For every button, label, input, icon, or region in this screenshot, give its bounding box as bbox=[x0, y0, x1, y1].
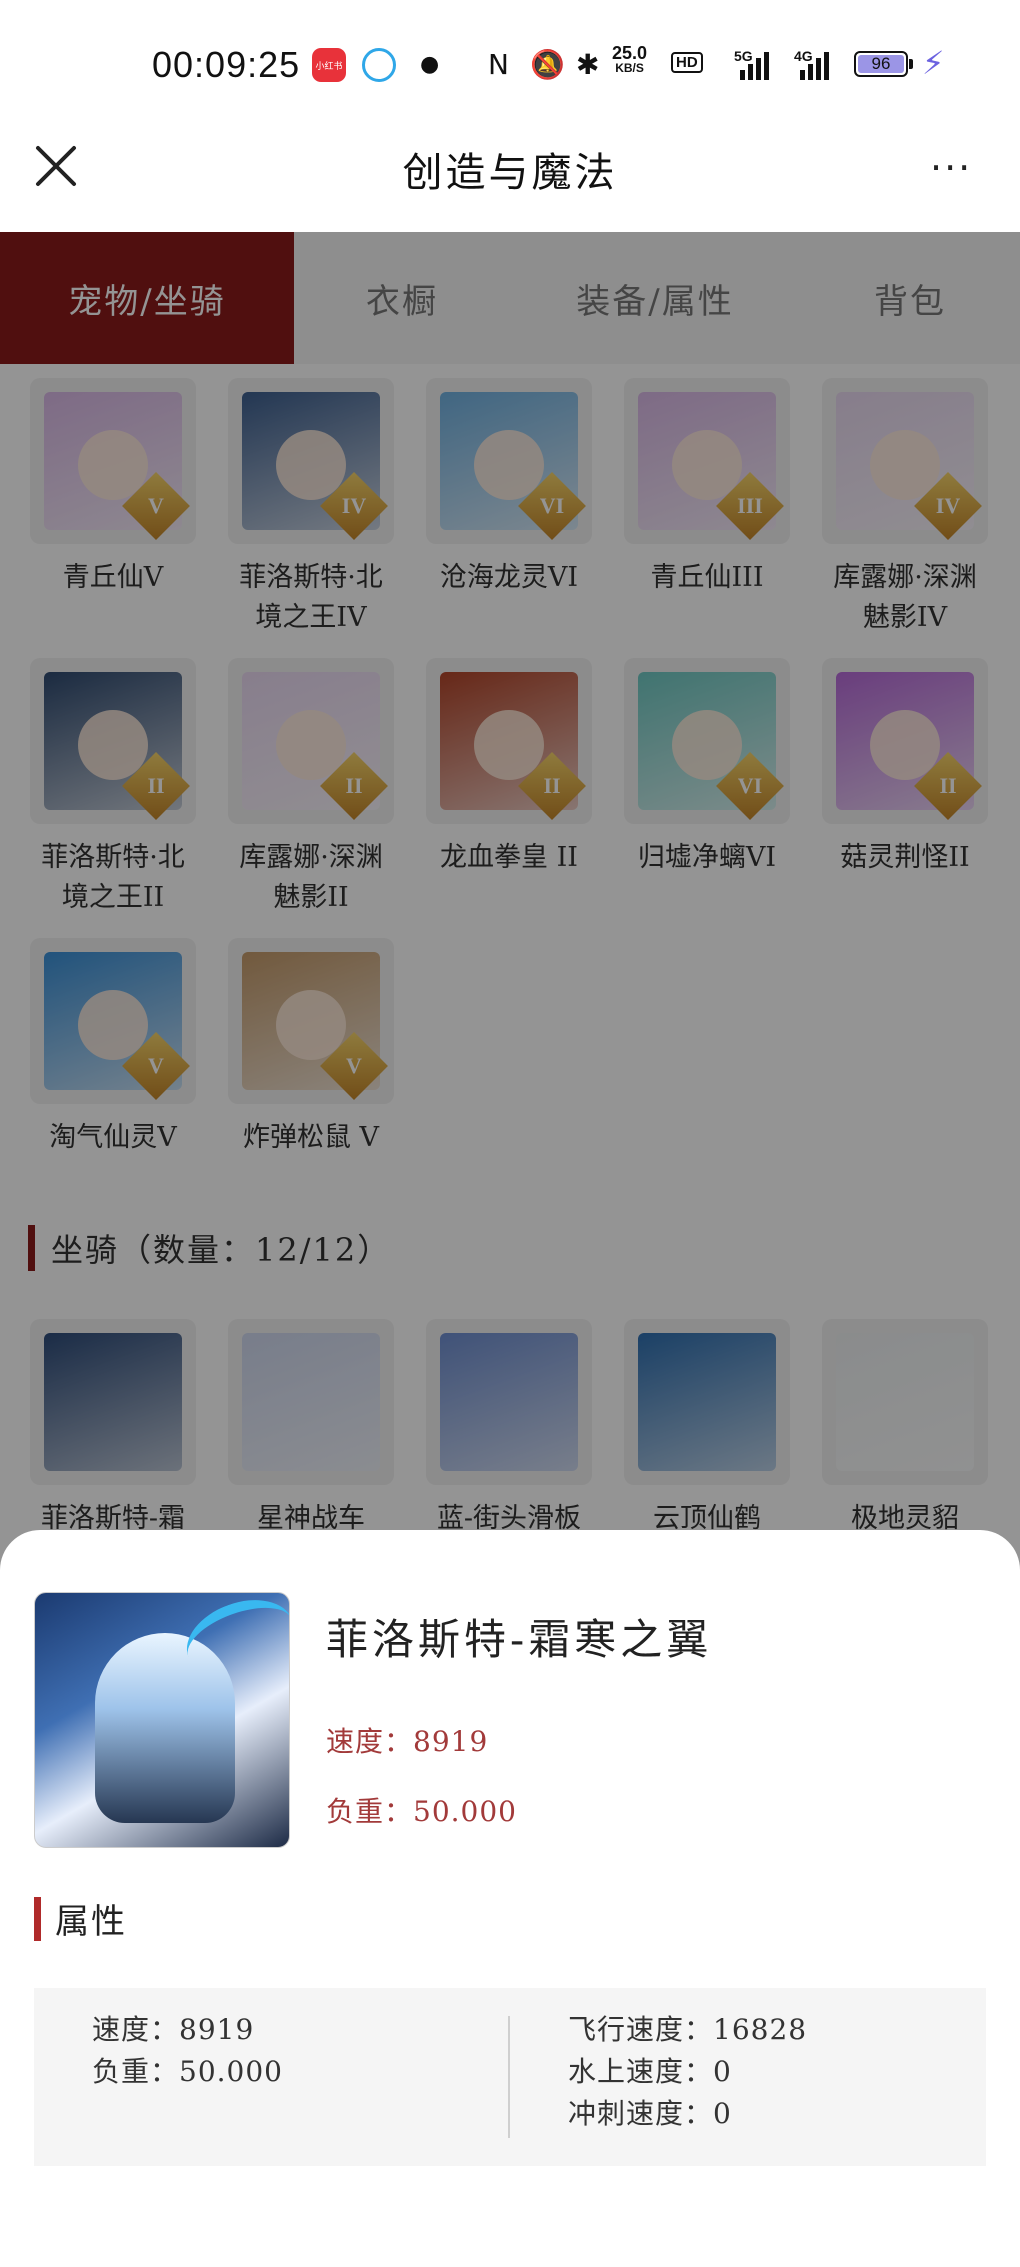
hd-voice-icon: HD bbox=[671, 52, 703, 73]
more-icon[interactable]: ··· bbox=[930, 146, 972, 190]
modal-backdrop[interactable] bbox=[0, 232, 1020, 1632]
status-time: 00:09:25 bbox=[152, 44, 301, 85]
charging-icon: ⚡ bbox=[922, 44, 945, 82]
attr-load: 负重：50.000 bbox=[92, 2055, 283, 2088]
mount-detail-sheet: 菲洛斯特-霜寒之翼 速度：8919 负重：50.000 属性 速度：8919 负… bbox=[0, 1530, 1020, 2267]
network-speed: 25.0 KB/S bbox=[612, 43, 648, 76]
mount-detail-name: 菲洛斯特-霜寒之翼 bbox=[326, 1615, 713, 1664]
mount-detail-load: 负重：50.000 bbox=[326, 1795, 517, 1828]
page-title: 创造与魔法 bbox=[402, 150, 618, 196]
section-marker bbox=[34, 1896, 41, 1941]
signal-bars-icon bbox=[740, 52, 769, 80]
battery-level: 96 bbox=[858, 55, 904, 73]
xiaohongshu-app-icon: 小红书 bbox=[312, 48, 346, 82]
battery-icon: 96 bbox=[854, 51, 908, 77]
top-nav: 创造与魔法 ··· bbox=[0, 118, 1020, 232]
attr-divider bbox=[508, 2016, 510, 2138]
attr-dash-speed: 冲刺速度：0 bbox=[568, 2097, 732, 2130]
attr-speed: 速度：8919 bbox=[92, 2013, 255, 2046]
mount-detail-image bbox=[34, 1592, 290, 1848]
nfc-icon: Ν bbox=[488, 48, 509, 81]
attr-fly-speed: 飞行速度：16828 bbox=[568, 2013, 808, 2046]
bluetooth-icon: ✱ bbox=[576, 48, 600, 81]
attributes-title: 属性 bbox=[55, 1902, 127, 1942]
notification-dot-icon: ● bbox=[420, 52, 440, 77]
battery-tip bbox=[909, 59, 913, 69]
attributes-panel: 速度：8919 负重：50.000 飞行速度：16828 水上速度：0 冲刺速度… bbox=[34, 1988, 986, 2166]
signal-bars-2-icon bbox=[800, 52, 829, 80]
mute-bell-icon: 🔕 bbox=[530, 48, 565, 81]
network-speed-value: 25.0 bbox=[612, 43, 648, 63]
browser-app-icon bbox=[362, 48, 396, 82]
attr-water-speed: 水上速度：0 bbox=[568, 2055, 732, 2088]
status-bar: 00:09:25 小红书 ● Ν 🔕 ✱ 25.0 KB/S HD 5G 4G … bbox=[0, 0, 1020, 130]
network-speed-unit: KB/S bbox=[615, 61, 644, 75]
attributes-header: 属性 bbox=[34, 1894, 127, 1943]
mount-detail-speed: 速度：8919 bbox=[326, 1725, 489, 1758]
